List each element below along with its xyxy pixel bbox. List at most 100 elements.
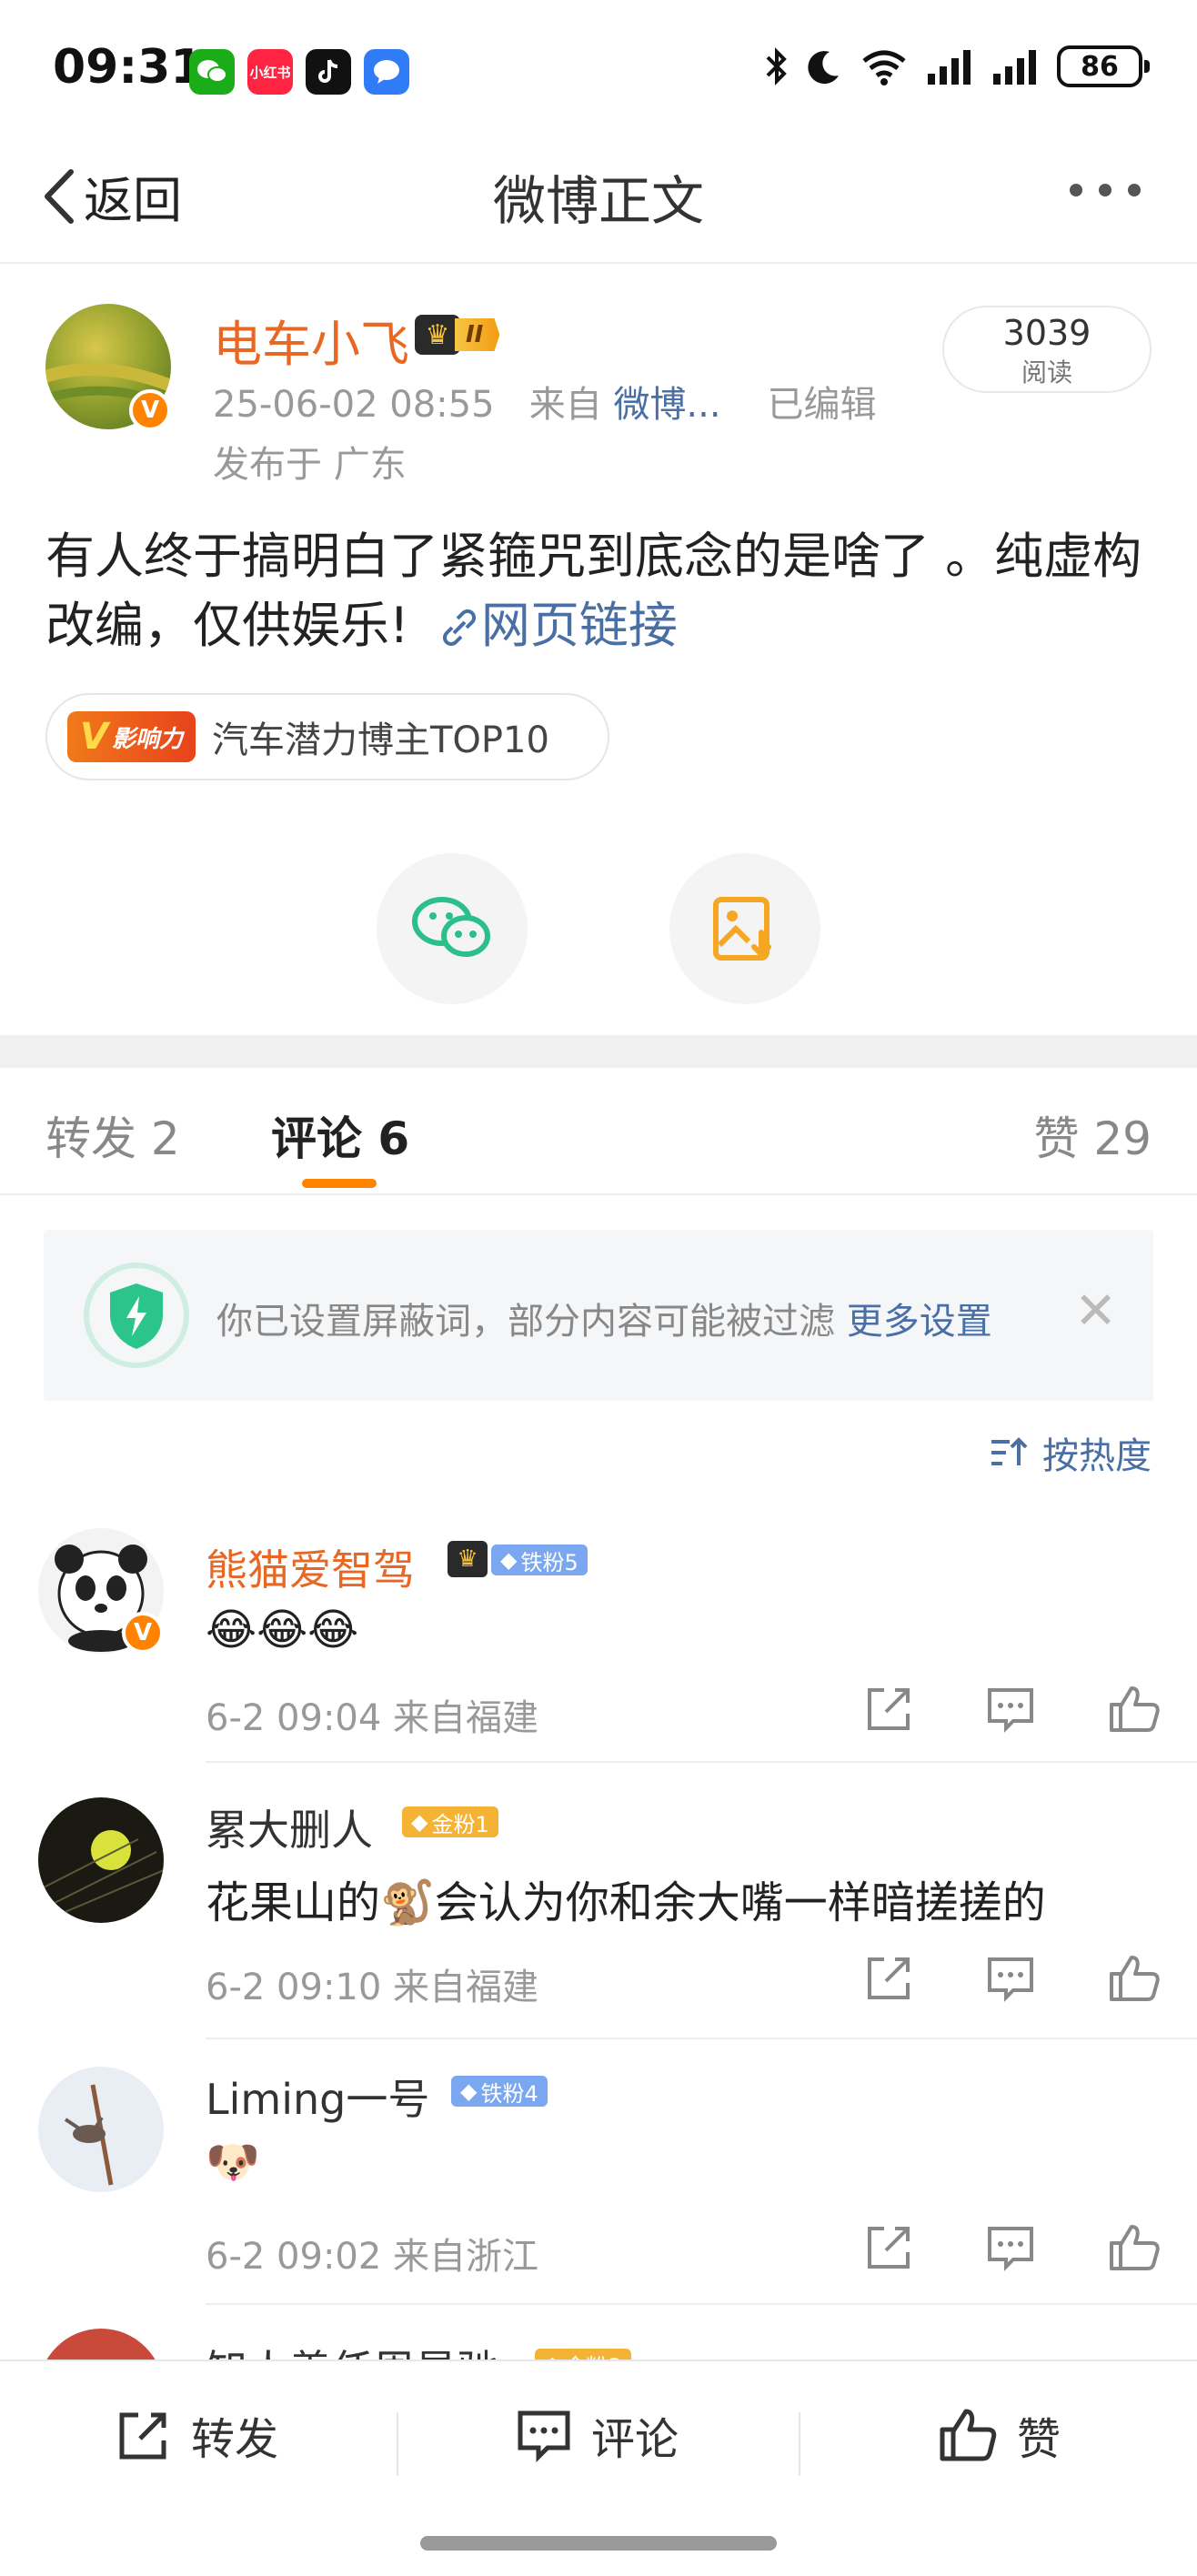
web-link[interactable]: 网页链接	[425, 597, 678, 654]
active-tab-indicator	[302, 1179, 377, 1188]
v-icon: V	[80, 716, 108, 758]
notice-text: 你已设置屏蔽词，部分内容可能被过滤	[216, 1301, 835, 1343]
more-settings-link[interactable]: 更多设置	[847, 1301, 992, 1343]
comment-button[interactable]: 评论	[517, 2403, 679, 2467]
comment-divider	[206, 2303, 1197, 2305]
diamond-icon: ◆	[544, 2351, 560, 2360]
back-button[interactable]: 返回	[40, 160, 182, 232]
post-source-link[interactable]: 微博...	[613, 384, 720, 426]
wechat-icon	[189, 49, 235, 95]
source-prefix: 来自	[528, 384, 602, 426]
fan-badge-label: 铁粉4	[480, 2080, 538, 2107]
comment-meta: 6-2 09:02 来自浙江	[206, 2236, 539, 2278]
tab-like[interactable]: 赞 29	[1033, 1102, 1152, 1168]
signal-icon-1	[928, 50, 971, 85]
filter-notice: 你已设置屏蔽词，部分内容可能被过滤 更多设置 ✕	[44, 1230, 1153, 1401]
reply-icon[interactable]	[986, 1685, 1035, 1734]
comment-text: 花果山的🐒会认为你和余大嘴一样暗搓搓的	[206, 1877, 1046, 1928]
forward-icon[interactable]	[864, 1954, 913, 2003]
commenter-name[interactable]: 知人善任周星驰	[206, 2338, 498, 2360]
close-icon[interactable]: ✕	[1074, 1286, 1117, 1337]
member-level-label: II	[455, 318, 500, 351]
like-button[interactable]: 赞	[939, 2403, 1061, 2467]
edited-label[interactable]: 已编辑	[767, 384, 876, 426]
wechat-icon	[412, 897, 490, 957]
commenter-avatar[interactable]	[38, 1797, 164, 1923]
thumbs-up-icon	[940, 2409, 997, 2461]
chevron-left-icon	[45, 168, 74, 224]
comment-divider	[206, 2038, 1197, 2039]
share-wechat-button[interactable]	[377, 853, 528, 1004]
messages-icon	[364, 49, 409, 95]
thumbs-up-icon[interactable]	[1108, 2223, 1161, 2272]
post-meta: 25-06-02 08:55 来自 微博... 已编辑	[213, 375, 876, 428]
reply-icon[interactable]	[986, 1954, 1035, 2003]
status-bar: 09:31 小红书 86	[0, 0, 1197, 136]
commenter-avatar[interactable]	[38, 2329, 164, 2360]
influence-text: 汽车潜力博主TOP10	[211, 719, 549, 761]
diamond-icon: ◆	[460, 2078, 478, 2104]
notice-message: 你已设置屏蔽词，部分内容可能被过滤 更多设置	[216, 1292, 992, 1344]
dot-icon	[1128, 184, 1141, 196]
dot-icon	[1070, 184, 1082, 196]
back-label: 返回	[84, 172, 182, 229]
status-time: 09:31	[53, 40, 204, 95]
author-name[interactable]: 电车小飞	[213, 304, 409, 376]
thumbs-up-icon[interactable]	[1108, 1685, 1161, 1734]
post-location: 发布于 广东	[213, 444, 407, 486]
post-tabs: 转发 2 评论 6 赞 29	[0, 1068, 1197, 1195]
member-level-badge[interactable]: ♛ II	[415, 313, 535, 357]
influence-badge: V 影响力	[67, 711, 196, 762]
read-count-box: 3039 阅读	[942, 306, 1152, 393]
comment-text: 😂😂😂	[206, 1605, 359, 1655]
more-options-button[interactable]	[1070, 184, 1141, 196]
xiaohongshu-label: 小红书	[249, 64, 291, 81]
section-divider	[0, 1035, 1197, 1068]
repost-button[interactable]: 转发	[116, 2403, 278, 2467]
nav-bar: 微博正文 返回	[0, 136, 1197, 264]
save-image-button[interactable]	[669, 853, 820, 1004]
commenter-name[interactable]: 熊猫爱智驾	[206, 1537, 415, 1597]
commenter-avatar[interactable]	[38, 2067, 164, 2192]
fan-badge: ◆ 金粉1	[402, 1806, 498, 1837]
fan-badge: ◆ 铁粉5	[491, 1545, 588, 1575]
repost-label: 转发	[191, 2414, 279, 2465]
post-date: 25-06-02 08:55	[213, 384, 495, 426]
wifi-icon	[862, 50, 906, 86]
comment-meta: 6-2 09:04 来自福建	[206, 1697, 539, 1739]
forward-icon[interactable]	[864, 2223, 913, 2272]
status-indicators: 86	[764, 45, 1150, 87]
comment-divider	[206, 1761, 1197, 1763]
link-icon	[442, 609, 476, 647]
image-download-icon	[713, 897, 771, 961]
home-indicator[interactable]	[420, 2536, 777, 2551]
reply-icon[interactable]	[986, 2223, 1035, 2272]
tab-comment[interactable]: 评论 6	[271, 1102, 409, 1168]
separator	[397, 2412, 398, 2476]
influence-badge-label: 影响力	[111, 725, 183, 753]
comment-meta: 6-2 09:10 来自福建	[206, 1967, 539, 2008]
diamond-icon: ◆	[411, 1809, 428, 1835]
commenter-name[interactable]: Liming一号	[206, 2067, 429, 2127]
sort-by-hot-button[interactable]: 按热度	[990, 1426, 1152, 1479]
influence-tag[interactable]: V 影响力 汽车潜力博主TOP10	[45, 693, 609, 780]
thumbs-up-icon[interactable]	[1108, 1954, 1161, 2003]
commenter-name[interactable]: 累大删人	[206, 1797, 373, 1857]
crown-icon: ♛	[448, 1541, 488, 1577]
read-label: 阅读	[1021, 357, 1072, 387]
crown-icon: ♛	[415, 315, 460, 355]
status-app-icons: 小红书	[189, 49, 409, 95]
web-link-label: 网页链接	[480, 597, 678, 654]
xiaohongshu-icon: 小红书	[247, 49, 293, 95]
forward-icon[interactable]	[864, 1685, 913, 1734]
comment-item: 知人善任周星驰 ◆ 金粉3	[0, 2329, 1197, 2360]
fan-badge: ◆ 金粉3	[535, 2349, 631, 2360]
separator	[799, 2412, 800, 2476]
tab-repost[interactable]: 转发 2	[45, 1102, 180, 1168]
verified-badge-icon: V	[122, 1612, 164, 1654]
verified-badge-icon: V	[129, 389, 171, 431]
comment-actions	[864, 1954, 1161, 2003]
comment-label: 评论	[591, 2414, 679, 2465]
sort-label: 按热度	[1042, 1435, 1152, 1477]
read-count: 3039	[1002, 313, 1091, 353]
